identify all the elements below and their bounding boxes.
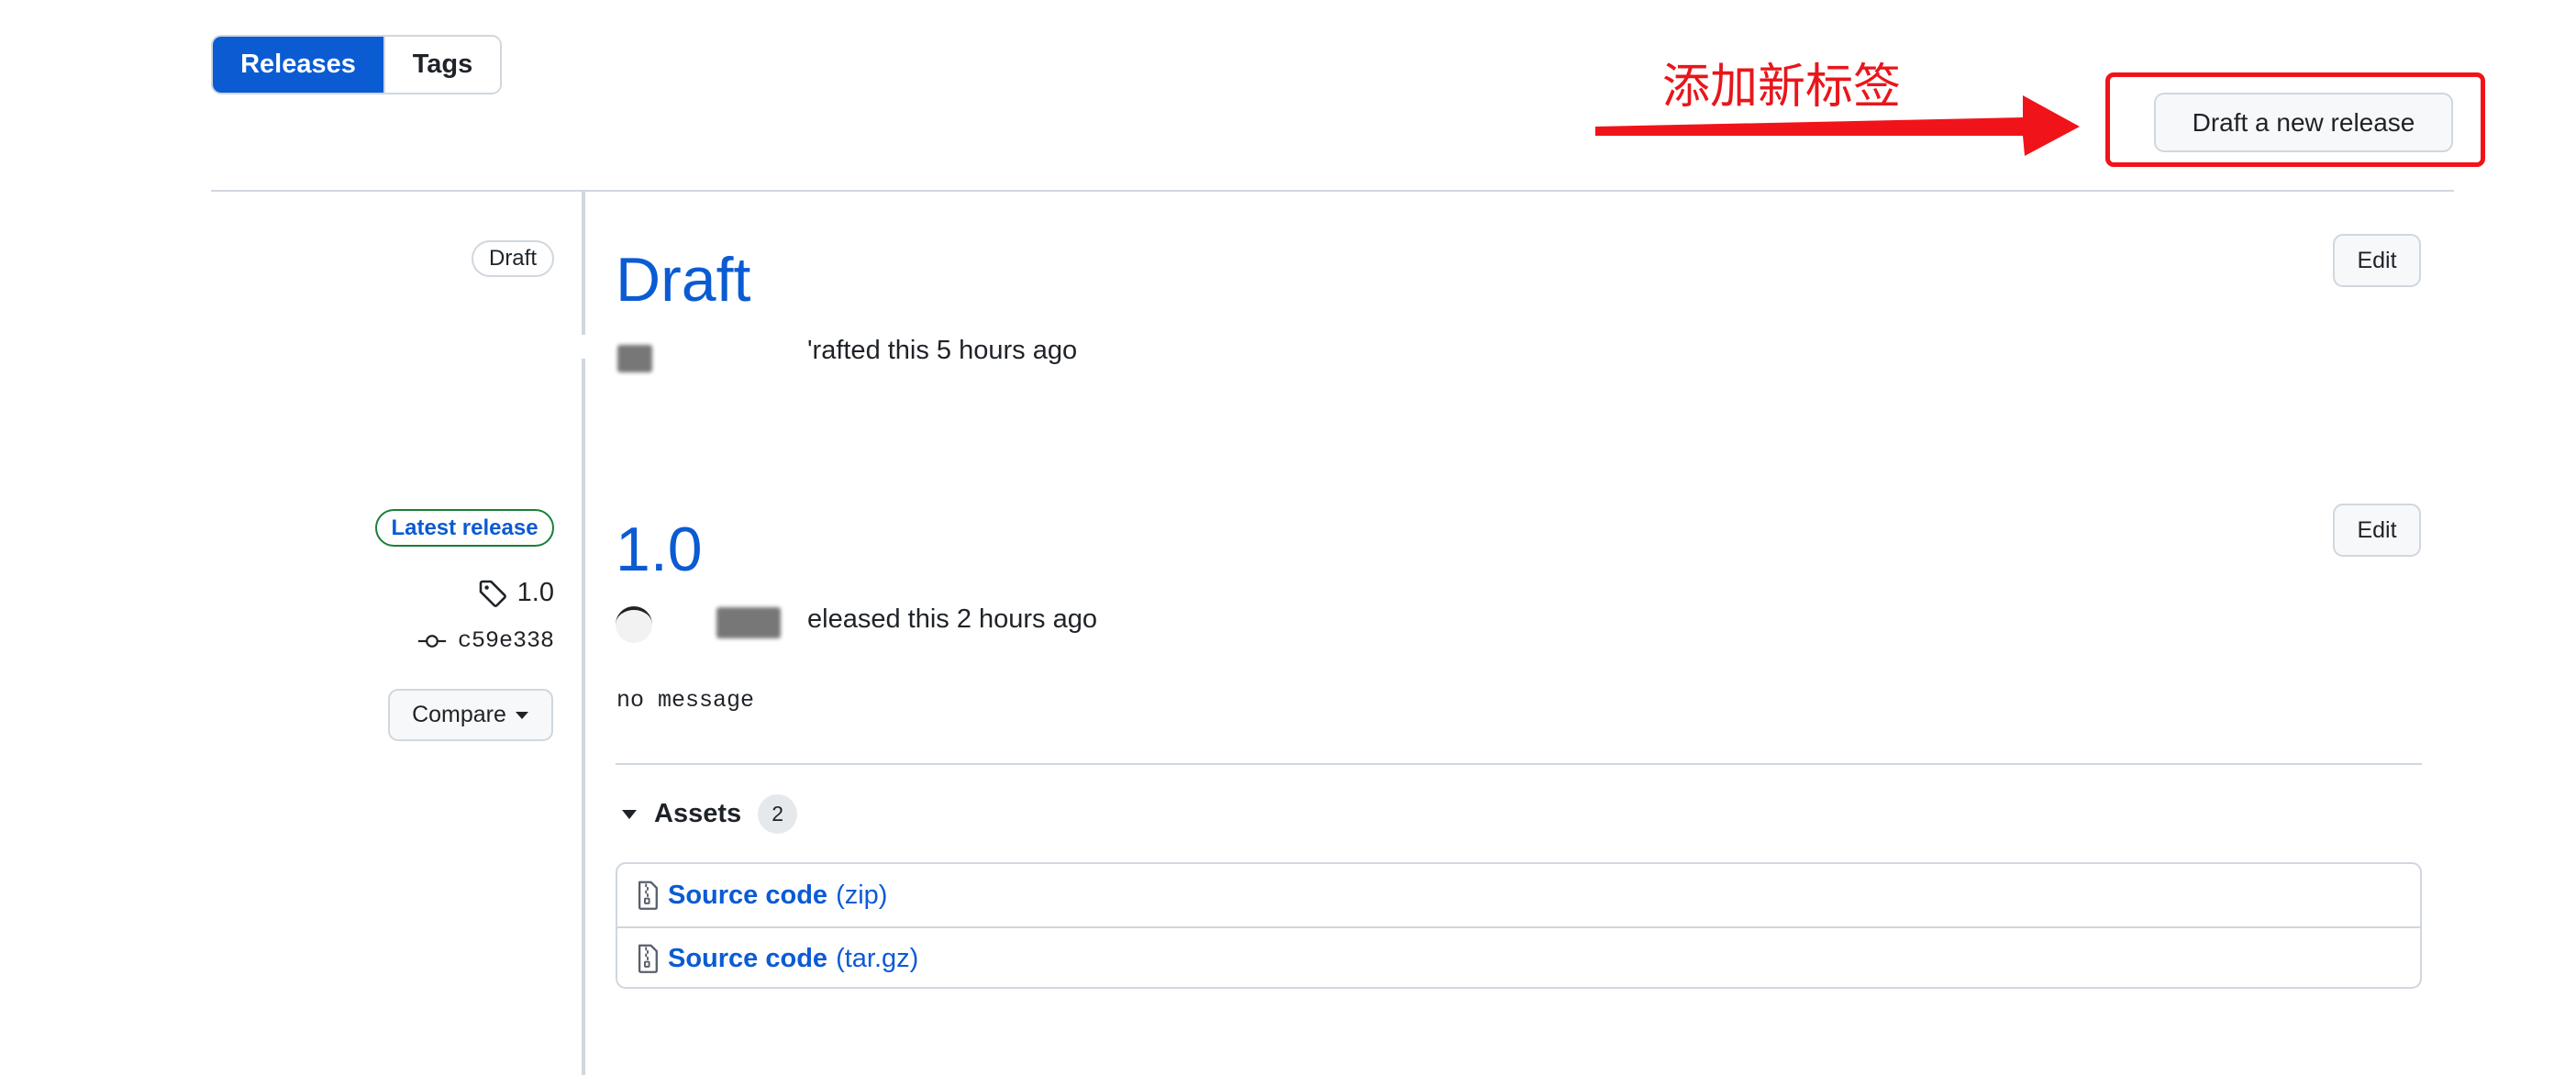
asset-item[interactable]: Source code (zip) <box>617 864 2420 926</box>
draft-new-release-button[interactable]: Draft a new release <box>2154 93 2453 152</box>
tag-link[interactable]: 1.0 <box>478 578 554 608</box>
asset-item[interactable]: Source code (tar.gz) <box>617 926 2420 987</box>
assets-label: Assets <box>654 799 742 828</box>
release-title-1-0[interactable]: 1.0 <box>616 514 703 585</box>
assets-toggle[interactable]: Assets 2 <box>621 794 798 834</box>
author-avatar <box>616 606 652 643</box>
asset-name: Source code <box>668 880 828 910</box>
commit-link[interactable]: c59e338 <box>416 627 554 654</box>
edit-release-button[interactable]: Edit <box>2333 504 2421 557</box>
release-meta-text: eleased this 2 hours ago <box>807 604 1097 634</box>
author-name-redacted <box>716 607 781 638</box>
asset-ext: (tar.gz) <box>836 943 919 973</box>
compare-button[interactable]: Compare <box>388 689 553 741</box>
commit-sha: c59e338 <box>457 627 554 654</box>
chevron-down-icon <box>515 711 528 719</box>
header-divider <box>211 190 2454 192</box>
draft-badge: Draft <box>472 240 554 277</box>
tab-releases[interactable]: Releases <box>213 37 383 93</box>
timeline-line <box>582 192 585 1075</box>
author-avatar <box>617 345 652 372</box>
assets-divider <box>616 763 2422 765</box>
edit-draft-button[interactable]: Edit <box>2333 234 2421 287</box>
commit-icon <box>417 634 447 648</box>
file-zip-icon <box>638 944 658 973</box>
asset-ext: (zip) <box>836 880 888 910</box>
triangle-down-icon <box>622 809 637 819</box>
release-title-draft[interactable]: Draft <box>616 244 750 316</box>
tab-tags[interactable]: Tags <box>383 37 500 93</box>
latest-release-badge: Latest release <box>375 509 554 547</box>
asset-name: Source code <box>668 943 828 973</box>
draft-meta-text: 'rafted this 5 hours ago <box>807 336 1078 365</box>
release-message: no message <box>616 687 755 714</box>
tag-label: 1.0 <box>516 578 554 607</box>
tag-icon <box>479 580 506 607</box>
file-zip-icon <box>638 881 658 910</box>
timeline-gap <box>578 335 589 359</box>
compare-label: Compare <box>412 702 506 727</box>
assets-list: Source code (zip) Source code (tar.gz) <box>616 862 2422 989</box>
releases-tags-toggle: Releases Tags <box>211 35 502 94</box>
annotation-arrow <box>1595 95 2080 156</box>
assets-count: 2 <box>758 794 798 834</box>
